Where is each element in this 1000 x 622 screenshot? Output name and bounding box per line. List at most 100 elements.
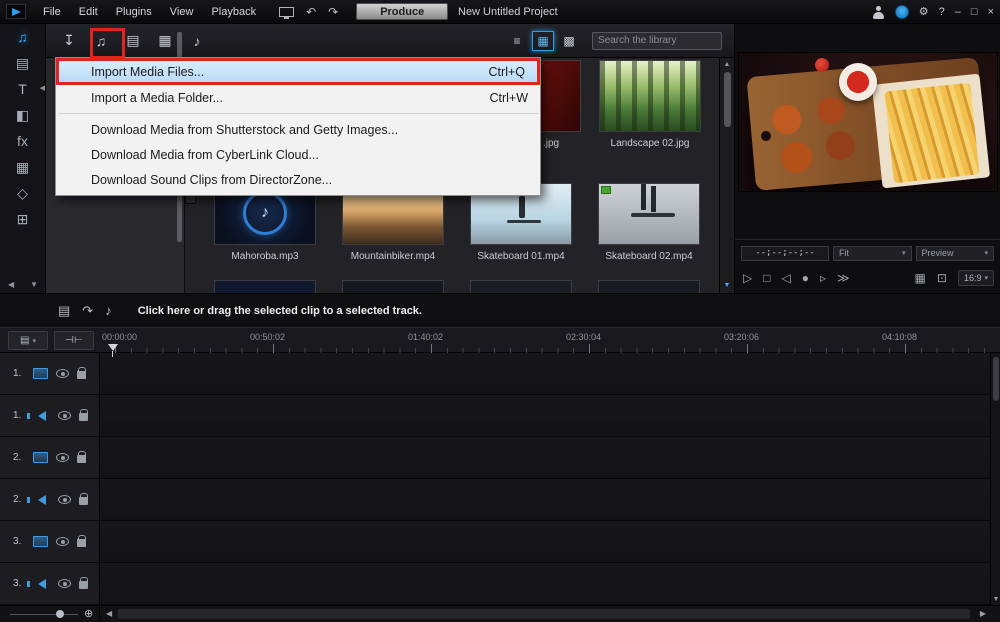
search-input[interactable] [593, 35, 735, 46]
track-header-audio-2[interactable]: 2. [0, 479, 99, 521]
sidebar-item-media-room[interactable]: ♫ [0, 24, 45, 50]
rail-more-icon[interactable]: ▼ [30, 280, 38, 289]
track-lane-audio-3[interactable] [100, 563, 990, 605]
display-icon[interactable] [279, 7, 294, 17]
video-filter-icon[interactable]: ▤ [120, 29, 146, 53]
undock-preview-icon[interactable]: ⊡ [937, 272, 947, 284]
menu-file[interactable]: File [34, 0, 70, 24]
lock-icon[interactable] [77, 371, 86, 379]
timeline-ruler[interactable]: 00:00:00 00:50:02 01:40:02 02:30:04 03:2… [100, 328, 990, 353]
track-lane-video-2[interactable] [100, 437, 990, 479]
menu-view[interactable]: View [161, 0, 203, 24]
track-lane-audio-2[interactable] [100, 479, 990, 521]
scroll-left-icon[interactable]: ◀ [106, 609, 112, 618]
thumbnail-partial[interactable] [214, 280, 316, 293]
photo-filter-icon[interactable]: ▦ [152, 29, 178, 53]
sidebar-item-chapter-room[interactable]: ⊞ [0, 206, 45, 232]
rail-collapse-icon[interactable]: ◀ [40, 84, 45, 92]
eye-icon[interactable] [56, 537, 69, 546]
thumbnail-video[interactable] [598, 183, 700, 245]
menu-edit[interactable]: Edit [70, 0, 107, 24]
step-forward-icon[interactable]: ▹ [820, 272, 826, 284]
sidebar-item-particle-room[interactable]: ◇ [0, 180, 45, 206]
record-icon[interactable]: ● [802, 272, 809, 284]
scrollbar-thumb[interactable] [993, 357, 999, 401]
track-header-video-3[interactable]: 3. [0, 521, 99, 563]
timeline-hint-bar[interactable]: ▤ ↷ ♪ Click here or drag the selected cl… [0, 293, 1000, 327]
track-lane-video-3[interactable] [100, 521, 990, 563]
fit-dropdown[interactable]: Fit ▾ [833, 246, 912, 261]
lock-icon[interactable] [77, 539, 86, 547]
minimize-button[interactable]: – [955, 0, 961, 24]
zoom-slider-handle[interactable] [56, 610, 64, 618]
library-menu-icon[interactable]: ▩ [558, 31, 580, 51]
scroll-down-icon[interactable]: ▼ [724, 282, 731, 289]
timecode-field[interactable]: --;--;--;-- [741, 246, 829, 261]
thumbnail-partial[interactable] [342, 280, 444, 293]
eye-icon[interactable] [56, 369, 69, 378]
timeline-horizontal-scrollbar[interactable]: ⊕ ◀ ▶ [0, 605, 1000, 622]
library-item[interactable] [470, 280, 572, 293]
track-lane-audio-1[interactable] [100, 395, 990, 437]
eye-icon[interactable] [58, 411, 71, 420]
lock-icon[interactable] [79, 413, 88, 421]
menu-item-download-cyberlink-cloud[interactable]: Download Media from CyberLink Cloud... [56, 142, 540, 167]
help-icon[interactable]: ? [939, 0, 945, 24]
track-header-video-1[interactable]: 1. [0, 353, 99, 395]
zoom-in-icon[interactable]: ⊕ [84, 607, 93, 620]
avatar[interactable] [895, 5, 909, 19]
library-item[interactable] [598, 280, 700, 293]
preview-quality-dropdown[interactable]: Preview ▾ [916, 246, 995, 261]
snap-button[interactable]: ⊣⊢ [54, 331, 94, 350]
thumbnail-partial[interactable] [470, 280, 572, 293]
undo-icon[interactable]: ↶ [306, 0, 316, 24]
settings-icon[interactable]: ⚙ [919, 0, 929, 24]
zoom-slider-track[interactable] [10, 614, 78, 615]
scrollbar-thumb[interactable] [118, 609, 970, 619]
list-view-icon[interactable]: ≡ [506, 31, 528, 51]
menu-item-download-shutterstock[interactable]: Download Media from Shutterstock and Get… [56, 117, 540, 142]
produce-button[interactable]: Produce [356, 3, 448, 20]
stop-icon[interactable]: □ [763, 272, 770, 284]
menu-plugins[interactable]: Plugins [107, 0, 161, 24]
track-manager-button[interactable]: ▤ ▾ [8, 331, 48, 350]
redo-icon[interactable]: ↷ [328, 0, 338, 24]
library-item[interactable]: Landscape 02.jpg [599, 60, 701, 149]
menu-item-import-media-files[interactable]: Import Media Files... Ctrl+Q [56, 58, 540, 85]
menu-item-download-directorzone[interactable]: Download Sound Clips from DirectorZone..… [56, 167, 540, 192]
scroll-right-icon[interactable]: ▶ [980, 609, 986, 618]
play-icon[interactable]: ▷ [743, 272, 752, 284]
library-item[interactable] [342, 280, 444, 293]
menu-playback[interactable]: Playback [202, 0, 265, 24]
library-scrollbar[interactable]: ▲ ▼ [719, 58, 734, 293]
menu-item-import-media-folder[interactable]: Import a Media Folder... Ctrl+W [56, 85, 540, 110]
rail-prev-icon[interactable]: ◀ [8, 280, 14, 289]
import-media-icon[interactable]: ↧ [56, 29, 82, 53]
audio-filter-icon[interactable]: ♪ [184, 29, 210, 53]
user-icon[interactable] [872, 6, 885, 19]
library-item[interactable]: Skateboard 02.mp4 [598, 183, 700, 262]
grid-view-icon[interactable]: ▦ [532, 31, 554, 51]
timeline-vertical-scrollbar[interactable]: ▼ [990, 353, 1000, 605]
eye-icon[interactable] [58, 495, 71, 504]
scroll-down-icon[interactable]: ▼ [991, 596, 1000, 603]
maximize-button[interactable]: □ [971, 0, 978, 24]
step-back-icon[interactable]: ◁ [781, 272, 790, 284]
eye-icon[interactable] [58, 579, 71, 588]
library-item[interactable] [214, 280, 316, 293]
track-header-video-2[interactable]: 2. [0, 437, 99, 479]
scrollbar-thumb[interactable] [724, 72, 731, 127]
sidebar-item-effect-room[interactable]: fx [0, 128, 45, 154]
thumbnail-partial[interactable] [598, 280, 700, 293]
sidebar-item-overlay-room[interactable]: ▦ [0, 154, 45, 180]
eye-icon[interactable] [56, 453, 69, 462]
playhead-marker[interactable] [108, 344, 118, 351]
fast-forward-icon[interactable]: ≫ [837, 272, 850, 284]
sidebar-item-title-room[interactable]: T [0, 76, 45, 102]
aspect-ratio-button[interactable]: 16:9 ▾ [958, 270, 994, 286]
sidebar-item-transition-room[interactable]: ◧ [0, 102, 45, 128]
lock-icon[interactable] [77, 455, 86, 463]
detail-view-icon[interactable]: ▦ [915, 272, 926, 284]
scroll-up-icon[interactable]: ▲ [724, 61, 731, 68]
thumbnail-image[interactable] [599, 60, 701, 132]
